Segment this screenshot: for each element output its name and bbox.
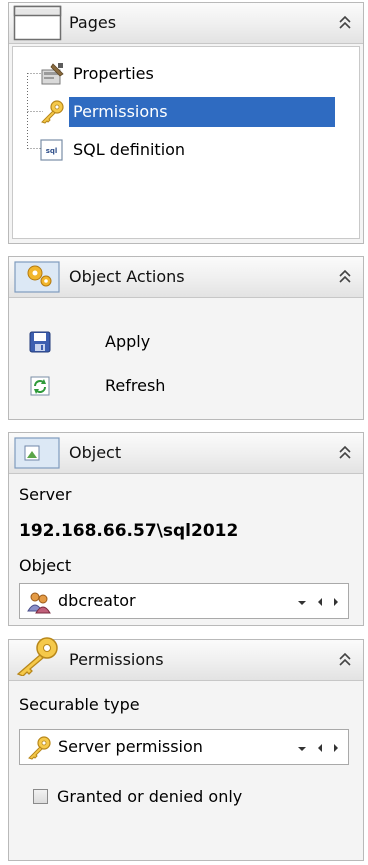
- next-arrow-icon[interactable]: [330, 740, 342, 754]
- refresh-icon: [29, 375, 51, 397]
- object-select[interactable]: dbcreator: [19, 583, 349, 619]
- previous-arrow-icon[interactable]: [314, 594, 326, 608]
- collapse-pages-icon[interactable]: [337, 14, 353, 32]
- securable-type-value: Server permission: [58, 737, 203, 756]
- pages-panel-title: Pages: [69, 13, 117, 32]
- refresh-label: Refresh: [105, 376, 166, 395]
- object-panel-header[interactable]: Object: [9, 433, 363, 474]
- pages-tree: Properties Permissions sql SQL definitio…: [12, 46, 360, 239]
- refresh-button[interactable]: Refresh: [27, 371, 327, 401]
- server-value: 192.168.66.57\sql2012: [19, 521, 239, 541]
- pages-panel: Pages Properties Permissions sql SQL def…: [8, 2, 364, 244]
- object-panel: Object Server 192.168.66.57\sql2012 Obje…: [8, 432, 364, 626]
- next-arrow-icon[interactable]: [330, 594, 342, 608]
- permissions-panel-title: Permissions: [69, 650, 164, 669]
- collapse-object-icon[interactable]: [337, 444, 353, 462]
- pages-panel-header[interactable]: Pages: [9, 3, 363, 44]
- tree-item-label: Properties: [73, 64, 154, 83]
- server-label: Server: [19, 485, 72, 504]
- key-icon: [26, 735, 52, 761]
- object-icon: [13, 435, 63, 471]
- role-icon: [26, 589, 52, 615]
- tree-item-label: Permissions: [69, 97, 335, 127]
- gears-icon: [13, 259, 63, 295]
- collapse-object-actions-icon[interactable]: [337, 268, 353, 286]
- securable-type-label: Securable type: [19, 695, 140, 714]
- apply-label: Apply: [105, 332, 151, 351]
- object-actions-panel: Object Actions Apply Refresh: [8, 256, 364, 420]
- object-label: Object: [19, 556, 72, 575]
- pages-window-icon: [13, 5, 63, 41]
- permissions-panel-header[interactable]: Permissions: [9, 637, 363, 681]
- permissions-panel: Permissions Securable type Server permis…: [8, 637, 364, 861]
- apply-button[interactable]: Apply: [27, 327, 327, 357]
- sql-icon: sql: [39, 138, 65, 162]
- object-panel-title: Object: [69, 443, 122, 462]
- previous-arrow-icon[interactable]: [314, 740, 326, 754]
- save-icon: [29, 331, 51, 353]
- collapse-permissions-icon[interactable]: [337, 651, 353, 669]
- object-select-value: dbcreator: [58, 591, 136, 610]
- object-actions-title: Object Actions: [69, 267, 185, 286]
- key-icon: [39, 100, 65, 124]
- dropdown-arrow-icon[interactable]: [296, 594, 308, 608]
- object-actions-header[interactable]: Object Actions: [9, 257, 363, 298]
- key-icon: [13, 637, 63, 678]
- granted-or-denied-label: Granted or denied only: [57, 787, 243, 806]
- tree-item-label: SQL definition: [73, 140, 186, 159]
- properties-icon: [39, 62, 65, 86]
- dropdown-arrow-icon[interactable]: [296, 740, 308, 754]
- securable-type-select[interactable]: Server permission: [19, 729, 349, 765]
- checkbox-box[interactable]: [33, 789, 48, 804]
- svg-text:sql: sql: [46, 147, 58, 155]
